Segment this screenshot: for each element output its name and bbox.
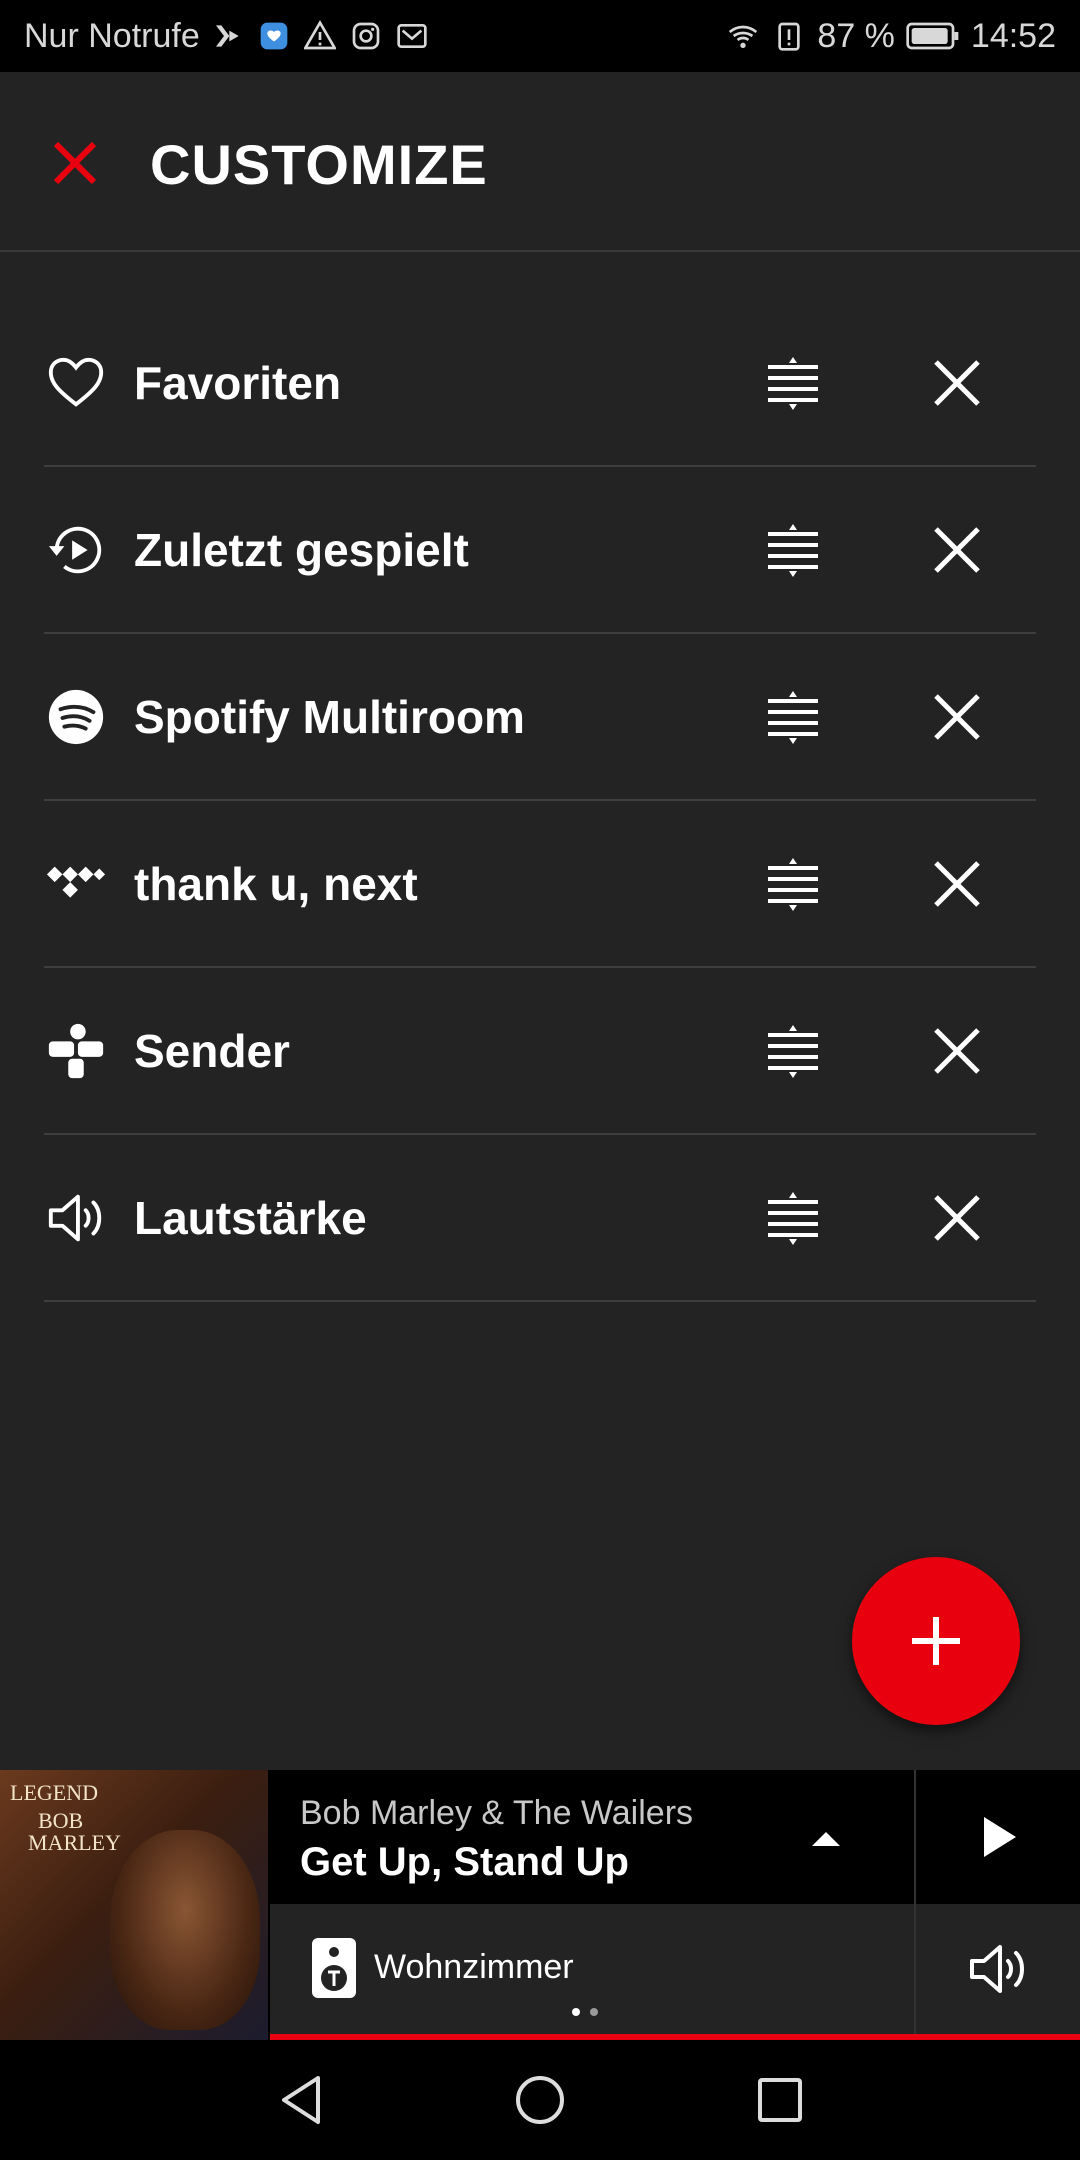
list-item-label: Lautstärke bbox=[134, 1191, 367, 1244]
list-item-label: Zuletzt gespielt bbox=[134, 523, 469, 576]
tidal-icon bbox=[44, 852, 108, 916]
close-icon bbox=[934, 526, 980, 573]
close-icon bbox=[934, 1027, 980, 1074]
close-icon bbox=[934, 359, 980, 406]
reorder-handle[interactable] bbox=[762, 519, 824, 581]
home-button[interactable] bbox=[510, 2070, 570, 2130]
volume-icon bbox=[44, 1186, 108, 1250]
list-item[interactable]: Spotify Multiroom bbox=[44, 634, 1036, 801]
album-artwork-portrait bbox=[110, 1830, 260, 2030]
wifi-icon bbox=[725, 18, 761, 54]
pager-dots bbox=[572, 2008, 598, 2016]
customize-list: Favoriten Zuletzt gespielt Spotify Multi… bbox=[44, 300, 1036, 1302]
list-item[interactable]: Sender bbox=[44, 968, 1036, 1135]
spotify-icon bbox=[44, 685, 108, 749]
list-item[interactable]: Lautstärke bbox=[44, 1135, 1036, 1302]
play-icon bbox=[984, 1817, 1016, 1857]
artist-name: Bob Marley & The Wailers bbox=[300, 1794, 694, 1832]
reorder-handle[interactable] bbox=[762, 352, 824, 414]
list-item-label: Sender bbox=[134, 1024, 290, 1077]
remove-button[interactable] bbox=[926, 686, 988, 748]
heart-icon bbox=[44, 351, 108, 415]
expand-button[interactable] bbox=[798, 1810, 854, 1866]
tunein-icon bbox=[44, 1019, 108, 1083]
drag-handle-icon bbox=[768, 1024, 818, 1078]
volume-button[interactable] bbox=[916, 1904, 1080, 2034]
reorder-handle[interactable] bbox=[762, 1020, 824, 1082]
remove-button[interactable] bbox=[926, 352, 988, 414]
list-item-label: Spotify Multiroom bbox=[134, 690, 525, 743]
instagram-icon bbox=[348, 18, 384, 54]
mail-icon bbox=[394, 18, 430, 54]
home-icon bbox=[516, 2076, 564, 2124]
page-title: CUSTOMIZE bbox=[150, 133, 488, 196]
room-selector[interactable]: Wohnzimmer bbox=[270, 1904, 916, 2034]
media-icon bbox=[210, 18, 246, 54]
status-bar: Nur Notrufe 87 % 14:52 bbox=[0, 0, 1080, 72]
pager-dot bbox=[590, 2008, 598, 2016]
reorder-handle[interactable] bbox=[762, 1187, 824, 1249]
close-icon bbox=[934, 860, 980, 907]
add-button[interactable] bbox=[852, 1557, 1020, 1725]
recent-play-icon bbox=[44, 518, 108, 582]
album-cover-text: LEGEND BOB MARLEY bbox=[10, 1780, 121, 1855]
carrier-label: Nur Notrufe bbox=[24, 16, 200, 55]
warning-icon bbox=[302, 18, 338, 54]
battery-icon bbox=[905, 18, 961, 54]
list-item-label: thank u, next bbox=[134, 857, 418, 910]
app-badge-icon bbox=[256, 18, 292, 54]
add-icon bbox=[912, 1617, 960, 1665]
recents-button[interactable] bbox=[750, 2070, 810, 2130]
track-info[interactable]: Bob Marley & The Wailers Get Up, Stand U… bbox=[270, 1770, 916, 1904]
navigation-bar bbox=[0, 2040, 1080, 2160]
drag-handle-icon bbox=[768, 690, 818, 744]
speaker-icon bbox=[312, 1938, 356, 1998]
drag-handle-icon bbox=[768, 1191, 818, 1245]
drag-handle-icon bbox=[768, 857, 818, 911]
play-button[interactable] bbox=[916, 1770, 1080, 1904]
remove-button[interactable] bbox=[926, 519, 988, 581]
list-item[interactable]: Favoriten bbox=[44, 300, 1036, 467]
track-title: Get Up, Stand Up bbox=[300, 1840, 629, 1884]
recents-icon bbox=[758, 2078, 802, 2122]
remove-button[interactable] bbox=[926, 1020, 988, 1082]
now-playing-bar[interactable]: LEGEND BOB MARLEY Bob Marley & The Waile… bbox=[0, 1770, 1080, 2040]
reorder-handle[interactable] bbox=[762, 853, 824, 915]
reorder-handle[interactable] bbox=[762, 686, 824, 748]
list-item[interactable]: Zuletzt gespielt bbox=[44, 467, 1036, 634]
back-button[interactable] bbox=[272, 2070, 332, 2130]
remove-button[interactable] bbox=[926, 853, 988, 915]
app-header: CUSTOMIZE bbox=[0, 72, 1080, 252]
room-name: Wohnzimmer bbox=[374, 1948, 574, 1986]
back-icon bbox=[282, 2076, 320, 2124]
battery-alert-icon bbox=[771, 18, 807, 54]
close-icon bbox=[53, 141, 97, 185]
chevron-up-icon bbox=[812, 1832, 840, 1846]
close-button[interactable] bbox=[50, 138, 100, 188]
pager-dot bbox=[572, 2008, 580, 2016]
drag-handle-icon bbox=[768, 523, 818, 577]
clock: 14:52 bbox=[970, 16, 1056, 55]
remove-button[interactable] bbox=[926, 1187, 988, 1249]
album-cover[interactable]: LEGEND BOB MARLEY bbox=[0, 1770, 268, 2040]
close-icon bbox=[934, 1194, 980, 1241]
list-item[interactable]: thank u, next bbox=[44, 801, 1036, 968]
drag-handle-icon bbox=[768, 356, 818, 410]
list-item-label: Favoriten bbox=[134, 356, 342, 409]
battery-percent: 87 % bbox=[817, 16, 895, 55]
close-icon bbox=[934, 693, 980, 740]
volume-icon bbox=[970, 1945, 1024, 1993]
